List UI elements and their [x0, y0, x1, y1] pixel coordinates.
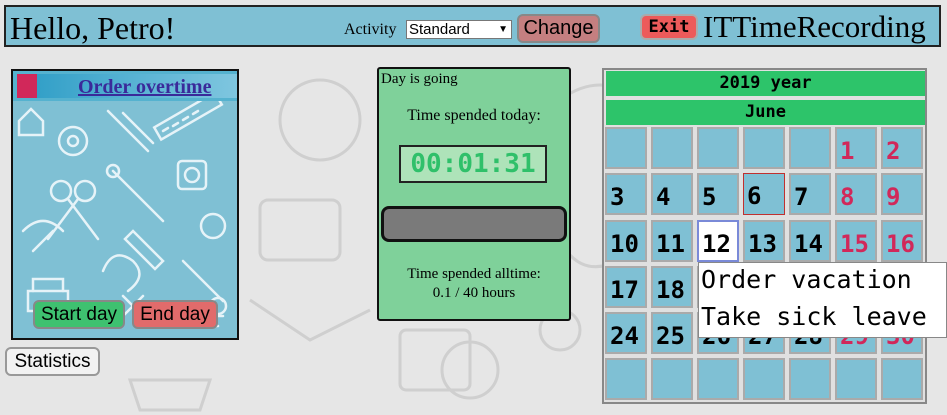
calendar-day[interactable]: 13 — [743, 220, 785, 262]
calendar-day[interactable]: 6 — [743, 173, 785, 215]
time-alltime-label: Time spended alltime: — [407, 266, 541, 282]
activity-selected-value: Standard — [409, 21, 470, 38]
day-context-menu: Order vacation Take sick leave — [698, 262, 947, 338]
calendar-day[interactable]: 14 — [789, 220, 831, 262]
order-overtime-link[interactable]: Order overtime — [78, 76, 211, 99]
calendar-day[interactable]: 8 — [835, 173, 877, 215]
calendar: 2019 year June 1 2 3 4 5 6 7 8 9 10 11 12 13 14 15 16 17… — [602, 68, 927, 404]
calendar-empty-cell — [743, 127, 785, 169]
calendar-empty-cell — [835, 358, 877, 400]
change-activity-button[interactable]: Change — [517, 14, 600, 43]
time-alltime-value: 0.1 / 40 hours — [432, 285, 516, 301]
calendar-empty-cell — [651, 127, 693, 169]
time-alltime-block: Time spended alltime: 0.1 / 40 hours — [379, 265, 569, 303]
work-progress-bar — [381, 206, 567, 242]
calendar-day[interactable]: 1 — [835, 127, 877, 169]
calendar-day[interactable]: 12 — [697, 220, 739, 262]
greeting-text: Hello, Petro! — [10, 10, 176, 46]
day-timer: 00:01:31 — [399, 145, 547, 183]
calendar-empty-cell — [789, 358, 831, 400]
statistics-button[interactable]: Statistics — [5, 347, 100, 376]
calendar-empty-cell — [881, 358, 923, 400]
end-day-button[interactable]: End day — [132, 300, 218, 329]
calendar-day[interactable]: 18 — [651, 266, 693, 308]
order-vacation-menu-item[interactable]: Order vacation — [701, 265, 912, 294]
calendar-day[interactable]: 10 — [605, 220, 647, 262]
calendar-day[interactable]: 24 — [605, 312, 647, 354]
calendar-day[interactable]: 4 — [651, 173, 693, 215]
take-sick-leave-menu-item[interactable]: Take sick leave — [701, 302, 927, 331]
time-today-label: Time spended today: — [407, 107, 541, 124]
top-header-bar: Hello, Petro! Activity Standard ▼ Change… — [4, 5, 941, 47]
calendar-day[interactable]: 25 — [651, 312, 693, 354]
calendar-empty-cell — [697, 358, 739, 400]
calendar-day[interactable]: 16 — [881, 220, 923, 262]
calendar-day[interactable]: 3 — [605, 173, 647, 215]
calendar-day[interactable]: 9 — [881, 173, 923, 215]
calendar-empty-cell — [697, 127, 739, 169]
work-day-panel: Order overtime Start day End day — [11, 69, 239, 340]
calendar-empty-cell — [651, 358, 693, 400]
pink-marker — [17, 74, 37, 98]
exit-button[interactable]: Exit — [640, 14, 698, 40]
day-status-panel: Day is going Time spended today: 00:01:3… — [377, 67, 571, 321]
calendar-day[interactable]: 17 — [605, 266, 647, 308]
calendar-empty-cell — [605, 358, 647, 400]
calendar-day[interactable]: 2 — [881, 127, 923, 169]
calendar-day[interactable]: 15 — [835, 220, 877, 262]
calendar-day[interactable]: 5 — [697, 173, 739, 215]
day-status-text: Day is going — [381, 71, 458, 87]
calendar-empty-cell — [743, 358, 785, 400]
app-title: ITTimeRecording — [703, 9, 926, 44]
dropdown-arrow-icon: ▼ — [498, 24, 508, 35]
calendar-day[interactable]: 7 — [789, 173, 831, 215]
activity-select[interactable]: Standard ▼ — [406, 20, 512, 39]
calendar-grid: 1234567891011121314151617181920212223242… — [604, 70, 925, 402]
activity-label: Activity — [344, 21, 397, 38]
start-day-button[interactable]: Start day — [33, 300, 125, 329]
calendar-empty-cell — [605, 127, 647, 169]
calendar-empty-cell — [789, 127, 831, 169]
calendar-day[interactable]: 11 — [651, 220, 693, 262]
